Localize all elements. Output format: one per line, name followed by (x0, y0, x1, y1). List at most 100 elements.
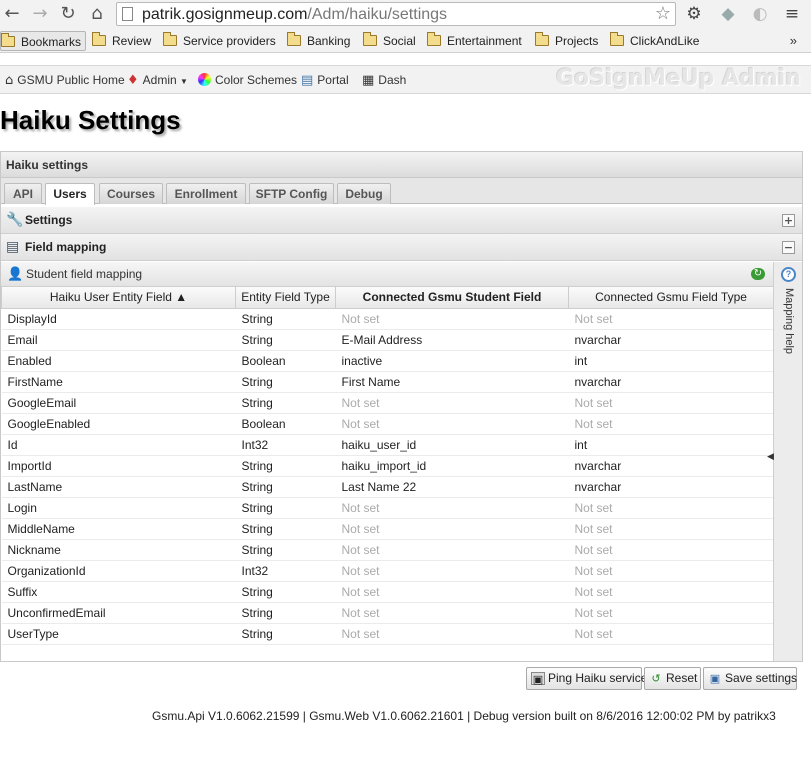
bookmark-clickandlike[interactable]: ClickAndLike (610, 31, 699, 51)
tab-enrollment[interactable]: Enrollment (166, 183, 246, 204)
gsmu-field-cell[interactable]: haiku_import_id (335, 455, 569, 477)
bookmark-social[interactable]: Social (363, 31, 416, 51)
gsmu-field-cell[interactable]: Not set (335, 392, 569, 414)
table-row[interactable]: MiddleName String Not set Not set (1, 518, 774, 540)
gsmu-type-cell[interactable]: nvarchar (568, 455, 774, 477)
gsmu-field-cell[interactable]: Not set (335, 602, 569, 624)
expand-icon[interactable]: + (782, 214, 795, 227)
collapse-icon[interactable]: − (782, 241, 795, 254)
gsmu-type-cell[interactable]: Not set (568, 392, 774, 414)
table-row[interactable]: ImportId String haiku_import_id nvarchar (1, 455, 774, 477)
tab-api[interactable]: API (4, 183, 42, 204)
column-header-haiku-field[interactable]: Haiku User Entity Field ▲ (1, 287, 236, 309)
color-schemes-link[interactable]: Color Schemes (198, 72, 297, 89)
gsmu-type-cell[interactable]: Not set (568, 539, 774, 561)
gsmu-field-cell[interactable]: inactive (335, 350, 569, 372)
tab-debug[interactable]: Debug (337, 183, 391, 204)
table-row[interactable]: Enabled Boolean inactive int (1, 350, 774, 372)
gsmu-field-cell[interactable]: Not set (335, 497, 569, 519)
gsmu-type-cell[interactable]: nvarchar (568, 329, 774, 351)
gsmu-field-cell[interactable]: haiku_user_id (335, 434, 569, 456)
tab-users[interactable]: Users (45, 183, 95, 205)
haiku-field-cell: DisplayId (1, 308, 236, 330)
gsmu-type-cell[interactable]: nvarchar (568, 371, 774, 393)
refresh-icon[interactable]: ↻ (751, 268, 765, 280)
gsmu-field-cell[interactable]: Last Name 22 (335, 476, 569, 498)
gsmu-type-cell[interactable]: int (568, 350, 774, 372)
gsmu-field-cell[interactable]: Not set (335, 623, 569, 645)
gsmu-type-cell[interactable]: Not set (568, 581, 774, 603)
gsmu-field-cell[interactable]: Not set (335, 308, 569, 330)
gsmu-type-cell[interactable]: Not set (568, 308, 774, 330)
ping-haiku-service-button[interactable]: ▣ Ping Haiku service (526, 667, 647, 690)
bookmark-entertainment[interactable]: Entertainment (427, 31, 522, 51)
table-row[interactable]: Id Int32 haiku_user_id int (1, 434, 774, 456)
entity-type-cell: String (235, 455, 336, 477)
gsmu-field-cell[interactable]: Not set (335, 560, 569, 582)
table-row[interactable]: Suffix String Not set Not set (1, 581, 774, 603)
gear-icon[interactable]: ⚙ (684, 4, 704, 24)
table-row[interactable]: FirstName String First Name nvarchar (1, 371, 774, 393)
gsmu-field-cell[interactable]: Not set (335, 539, 569, 561)
column-header-gsmu-type[interactable]: Connected Gsmu Field Type (568, 287, 774, 309)
extension-icon[interactable]: ◐ (750, 4, 770, 24)
save-settings-button[interactable]: ▣ Save settings (703, 667, 797, 690)
settings-section-header[interactable]: 🔧 Settings + (1, 207, 802, 234)
gsmu-field-cell[interactable]: Not set (335, 518, 569, 540)
column-header-gsmu-field[interactable]: Connected Gsmu Student Field (335, 287, 569, 309)
bookmark-service-providers[interactable]: Service providers (163, 31, 276, 51)
reset-button[interactable]: ↺ Reset (644, 667, 701, 690)
gsmu-field-cell[interactable]: Not set (335, 413, 569, 435)
gsmu-type-cell[interactable]: Not set (568, 623, 774, 645)
bookmark-review[interactable]: Review (92, 31, 151, 51)
haiku-field-cell: GoogleEnabled (1, 413, 236, 435)
tab-courses[interactable]: Courses (99, 183, 163, 204)
gsmu-type-cell[interactable]: int (568, 434, 774, 456)
table-row[interactable]: DisplayId String Not set Not set (1, 308, 774, 330)
gsmu-public-home-link[interactable]: ⌂ GSMU Public Home (5, 72, 125, 89)
gsmu-field-cell[interactable]: E-Mail Address (335, 329, 569, 351)
bookmark-projects[interactable]: Projects (535, 31, 598, 51)
bookmarks-more[interactable]: » (790, 33, 797, 48)
tab-sftp-config[interactable]: SFTP Config (249, 183, 334, 204)
gsmu-type-cell[interactable]: Not set (568, 413, 774, 435)
entity-type-cell: String (235, 329, 336, 351)
bookmarks-bar: Bookmarks Review Service providers Banki… (0, 28, 811, 53)
app-toolbar: ⌂ GSMU Public Home ♦ Admin ▼ Color Schemes… (0, 65, 811, 94)
table-row[interactable]: Nickname String Not set Not set (1, 539, 774, 561)
mapping-help-sidebar[interactable]: ? Mapping help (773, 262, 802, 661)
bookmark-banking[interactable]: Banking (287, 31, 350, 51)
table-row[interactable]: GoogleEmail String Not set Not set (1, 392, 774, 414)
table-row[interactable]: LastName String Last Name 22 nvarchar (1, 476, 774, 498)
dash-link[interactable]: ▦ Dash (362, 72, 406, 89)
gsmu-type-cell[interactable]: Not set (568, 518, 774, 540)
help-icon[interactable]: ? (781, 267, 796, 282)
admin-menu[interactable]: ♦ Admin ▼ (127, 72, 188, 90)
table-row[interactable]: Login String Not set Not set (1, 497, 774, 519)
home-icon[interactable]: ⌂ (87, 4, 107, 24)
star-icon[interactable]: ☆ (655, 3, 671, 24)
bookmark-bookmarks[interactable]: Bookmarks (0, 31, 87, 51)
gsmu-field-cell[interactable]: Not set (335, 581, 569, 603)
collapse-arrow-icon[interactable]: ◀ (767, 452, 774, 462)
gsmu-type-cell[interactable]: Not set (568, 497, 774, 519)
menu-icon[interactable]: ≡ (782, 4, 802, 24)
gsmu-field-cell[interactable]: First Name (335, 371, 569, 393)
back-icon[interactable]: ← (2, 4, 22, 24)
table-row[interactable]: Email String E-Mail Address nvarchar (1, 329, 774, 351)
table-row[interactable]: UserType String Not set Not set (1, 623, 774, 645)
table-row[interactable]: UnconfirmedEmail String Not set Not set (1, 602, 774, 624)
table-row[interactable]: GoogleEnabled Boolean Not set Not set (1, 413, 774, 435)
save-icon: ▣ (709, 672, 721, 685)
gsmu-type-cell[interactable]: Not set (568, 602, 774, 624)
field-mapping-section-header[interactable]: ▤ Field mapping − (1, 234, 802, 261)
gsmu-type-cell[interactable]: Not set (568, 560, 774, 582)
address-bar[interactable]: patrik.gosignmeup.com/Adm/haiku/settings… (116, 2, 676, 26)
portal-link[interactable]: ▤ Portal (301, 72, 349, 89)
forward-icon[interactable]: → (30, 4, 50, 24)
reload-icon[interactable]: ↻ (58, 4, 78, 24)
column-header-entity-type[interactable]: Entity Field Type (235, 287, 336, 309)
dropbox-icon[interactable]: ◆ (718, 4, 738, 24)
table-row[interactable]: OrganizationId Int32 Not set Not set (1, 560, 774, 582)
gsmu-type-cell[interactable]: nvarchar (568, 476, 774, 498)
